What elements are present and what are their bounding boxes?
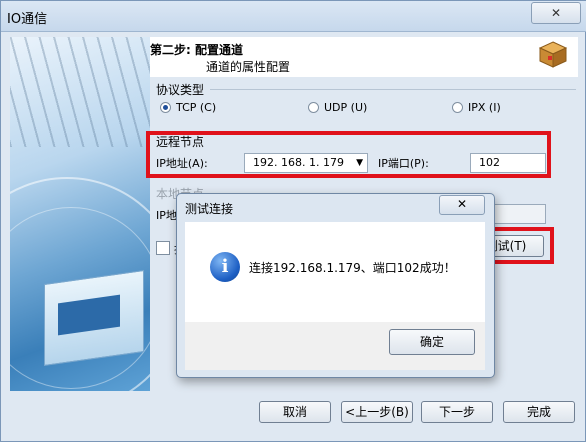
dialog-body: i 连接192.168.1.179、端口102成功！ <box>185 222 485 322</box>
window-close-button[interactable]: ✕ <box>531 2 581 24</box>
radio-ipx-label: IPX (I) <box>468 101 501 114</box>
radio-tcp-indicator <box>160 102 171 113</box>
cancel-button[interactable]: 取消 <box>259 401 331 423</box>
radio-tcp-label: TCP (C) <box>176 101 217 114</box>
step-subtitle: 通道的属性配置 <box>206 60 291 74</box>
window-title: IO通信 <box>7 12 48 27</box>
radio-ipx[interactable]: IPX (I) <box>452 101 501 114</box>
side-art-crane <box>10 37 150 147</box>
local-ip-label: IP地 <box>156 209 177 222</box>
dialog-title: 测试连接 <box>185 202 234 216</box>
test-connection-dialog: 测试连接 ✕ i 连接192.168.1.179、端口102成功！ 确定 <box>176 193 495 378</box>
dialog-footer: 确定 <box>185 322 485 370</box>
protocol-group-label: 协议类型 <box>156 83 205 97</box>
step-title: 第二步: 配置通道 <box>150 43 243 57</box>
radio-udp-indicator <box>308 102 319 113</box>
wizard-side-illustration <box>10 37 150 391</box>
option-checkbox[interactable] <box>156 241 170 255</box>
dialog-close-button[interactable]: ✕ <box>439 195 485 215</box>
radio-tcp[interactable]: TCP (C) <box>160 101 216 114</box>
back-button[interactable]: <上一步(B) <box>341 401 413 423</box>
info-icon: i <box>210 252 240 282</box>
wizard-header: 第二步: 配置通道 通道的属性配置 <box>150 37 578 77</box>
radio-udp[interactable]: UDP (U) <box>308 101 367 114</box>
remote-node-highlight <box>146 131 551 178</box>
finish-button[interactable]: 完成 <box>503 401 575 423</box>
radio-udp-label: UDP (U) <box>324 101 368 114</box>
next-button[interactable]: 下一步 <box>421 401 493 423</box>
dialog-message: 连接192.168.1.179、端口102成功！ <box>249 261 456 275</box>
ok-button[interactable]: 确定 <box>389 329 475 355</box>
radio-ipx-indicator <box>452 102 463 113</box>
package-icon <box>538 41 568 68</box>
protocol-group-line <box>210 89 576 90</box>
title-bar: IO通信 ✕ <box>1 1 586 32</box>
